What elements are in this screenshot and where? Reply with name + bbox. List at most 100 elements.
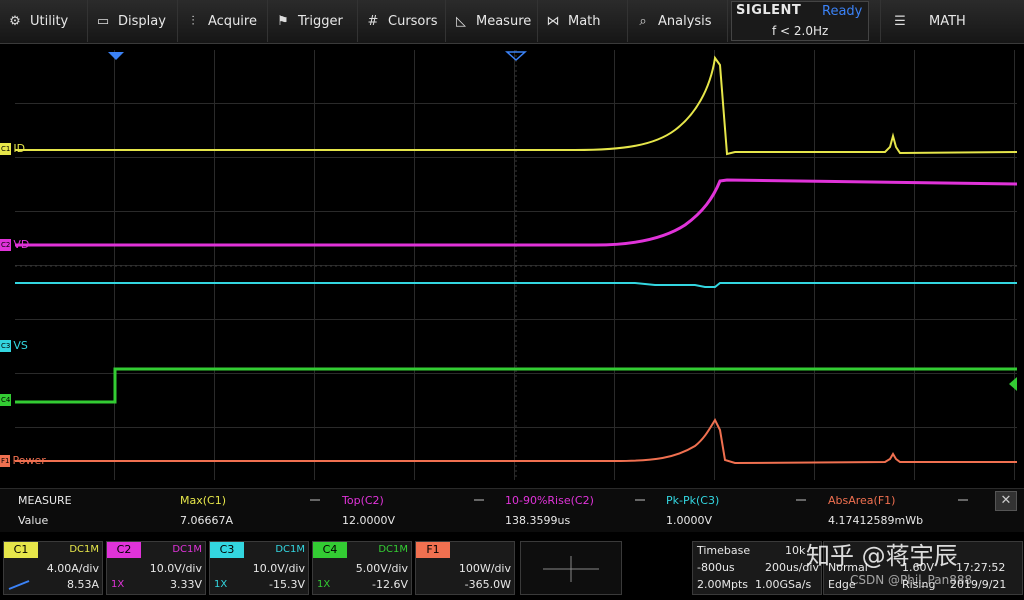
channel-box-c3[interactable]: C3 DC1M 10.0V/div -15.3V 1X	[209, 541, 309, 595]
chbox-c3-scale: 10.0V/div	[252, 562, 305, 575]
menu-acquire[interactable]: ⫶ Acquire	[178, 0, 268, 42]
timebase-sample-rate: 1.00GSa/s	[755, 578, 812, 591]
math-icon: ⋈	[546, 13, 560, 29]
channel-box-c1[interactable]: C1 DC1M 4.00A/div 8.53A	[3, 541, 103, 595]
c2-tag: C2	[0, 239, 12, 251]
measure-value-4: 1.0000V	[666, 514, 713, 527]
chbox-c4-coupling: DC1M	[378, 544, 408, 555]
menu-math-label: Math	[568, 13, 601, 29]
f1-tag: F1	[0, 455, 11, 467]
chbox-c1-scale: 4.00A/div	[46, 562, 99, 575]
c1-name: ID	[13, 142, 26, 155]
measure-separator	[796, 499, 806, 501]
trigger-level-marker	[1009, 377, 1017, 391]
c4-tag: C4	[0, 394, 12, 406]
math-panel-label: MATH	[929, 13, 966, 29]
measure-title: MEASURE	[18, 494, 72, 507]
timebase-memory-depth: 2.00Mpts	[697, 578, 749, 591]
measure-separator	[474, 499, 484, 501]
chbox-c4-offset: -12.6V	[372, 578, 408, 591]
brand-status-panel: SIGLENT Ready f < 2.0Hz	[731, 1, 869, 41]
channel-label-c3[interactable]: C3 VS	[0, 340, 28, 352]
measure-value-2: 12.0000V	[342, 514, 396, 527]
chbox-c2-coupling: DC1M	[172, 544, 202, 555]
crosshair-icon	[543, 556, 599, 582]
chbox-c1-name: C1	[4, 542, 38, 558]
channel-label-f1[interactable]: F1 Power	[0, 455, 46, 467]
menu-trigger-label: Trigger	[298, 13, 343, 29]
menu-measure-label: Measure	[476, 13, 532, 29]
menu-analysis-label: Analysis	[658, 13, 712, 29]
chbox-c3-offset: -15.3V	[269, 578, 305, 591]
measure-icon: ◺	[456, 13, 466, 29]
chbox-c2-scale: 10.0V/div	[149, 562, 202, 575]
chbox-c3-name: C3	[210, 542, 244, 558]
timebase-panel[interactable]: Timebase 10k -800us 200us/div 2.00Mpts 1…	[692, 541, 822, 595]
c2-name: VD	[13, 238, 30, 251]
navigation-crosshair-box[interactable]	[520, 541, 622, 595]
measure-name-4[interactable]: Pk-Pk(C3)	[666, 494, 719, 507]
measure-name-2[interactable]: Top(C2)	[342, 494, 384, 507]
menu-trigger[interactable]: ⚑ Trigger	[268, 0, 358, 42]
chbox-f1-scale: 100W/div	[458, 562, 511, 575]
channel-label-c2[interactable]: C2 VD	[0, 239, 29, 251]
list-icon: ☰	[894, 13, 906, 29]
measure-name-5[interactable]: AbsArea(F1)	[828, 494, 895, 507]
c1-tag: C1	[0, 143, 12, 155]
channel-box-f1[interactable]: F1 100W/div -365.0W	[415, 541, 515, 595]
close-icon[interactable]: ✕	[995, 491, 1017, 511]
channel-label-c4[interactable]: C4	[0, 394, 13, 406]
acquisition-status: Ready	[822, 4, 863, 19]
measure-name-3[interactable]: 10-90%Rise(C2)	[505, 494, 594, 507]
chbox-c3-probe: 1X	[214, 579, 228, 590]
cursors-icon: #	[367, 13, 379, 29]
menu-math-panel[interactable]: ☰ MATH	[880, 0, 1024, 42]
c3-tag: C3	[0, 340, 12, 352]
chbox-f1-name: F1	[416, 542, 450, 558]
chbox-c4-probe: 1X	[317, 579, 331, 590]
chbox-f1-offset: -365.0W	[464, 578, 511, 591]
menu-measure[interactable]: ◺ Measure	[446, 0, 538, 42]
measure-separator	[310, 499, 320, 501]
monitor-icon: ▭	[96, 13, 110, 29]
menu-cursors[interactable]: # Cursors	[358, 0, 446, 42]
acquire-icon: ⫶	[191, 13, 195, 29]
flag-icon: ⚑	[277, 13, 289, 29]
measure-value-3: 138.3599us	[505, 514, 571, 527]
watermark-csdn: CSDN @Phil_Pan888	[850, 573, 973, 587]
menu-math[interactable]: ⋈ Math	[538, 0, 628, 42]
chbox-c1-coupling: DC1M	[69, 544, 99, 555]
trigger-frequency: f < 2.0Hz	[772, 24, 829, 38]
channel-box-c2[interactable]: C2 DC1M 10.0V/div 3.33V 1X	[106, 541, 206, 595]
chbox-c2-name: C2	[107, 542, 141, 558]
measure-row-label: Value	[18, 514, 49, 527]
channel-box-c4[interactable]: C4 DC1M 5.00V/div -12.6V 1X	[312, 541, 412, 595]
gear-icon: ⚙	[9, 13, 21, 29]
measure-separator	[958, 499, 968, 501]
waveform-display[interactable]	[15, 50, 1017, 480]
measure-value-5: 4.17412589mWb	[828, 514, 924, 527]
chbox-c2-probe: 1X	[111, 579, 125, 590]
timebase-mpts-value: 10k	[785, 544, 806, 557]
analysis-icon: ⌕	[639, 13, 647, 29]
menu-display[interactable]: ▭ Display	[88, 0, 178, 42]
probe-current-icon	[8, 580, 30, 590]
menu-utility[interactable]: ⚙ Utility	[0, 0, 88, 42]
waveform-canvas	[15, 50, 1017, 480]
menu-bar: ⚙ Utility ▭ Display ⫶ Acquire ⚑ Trigger …	[0, 0, 1024, 44]
timebase-title: Timebase	[697, 544, 751, 557]
menu-display-label: Display	[118, 13, 166, 29]
menu-cursors-label: Cursors	[388, 13, 438, 29]
channel-label-c1[interactable]: C1 ID	[0, 143, 25, 155]
measure-value-1: 7.06667A	[180, 514, 234, 527]
watermark-zhihu: 知乎 @蒋宇辰	[806, 542, 958, 570]
chbox-c4-name: C4	[313, 542, 347, 558]
siglent-logo: SIGLENT	[736, 3, 802, 18]
measure-name-1[interactable]: Max(C1)	[180, 494, 226, 507]
measure-separator	[635, 499, 645, 501]
chbox-c3-coupling: DC1M	[275, 544, 305, 555]
chbox-c4-scale: 5.00V/div	[355, 562, 408, 575]
trigger-delay-marker	[108, 52, 124, 60]
measure-panel: MEASURE Value Max(C1) 7.06667A Top(C2) 1…	[0, 488, 1024, 532]
menu-analysis[interactable]: ⌕ Analysis	[628, 0, 728, 42]
